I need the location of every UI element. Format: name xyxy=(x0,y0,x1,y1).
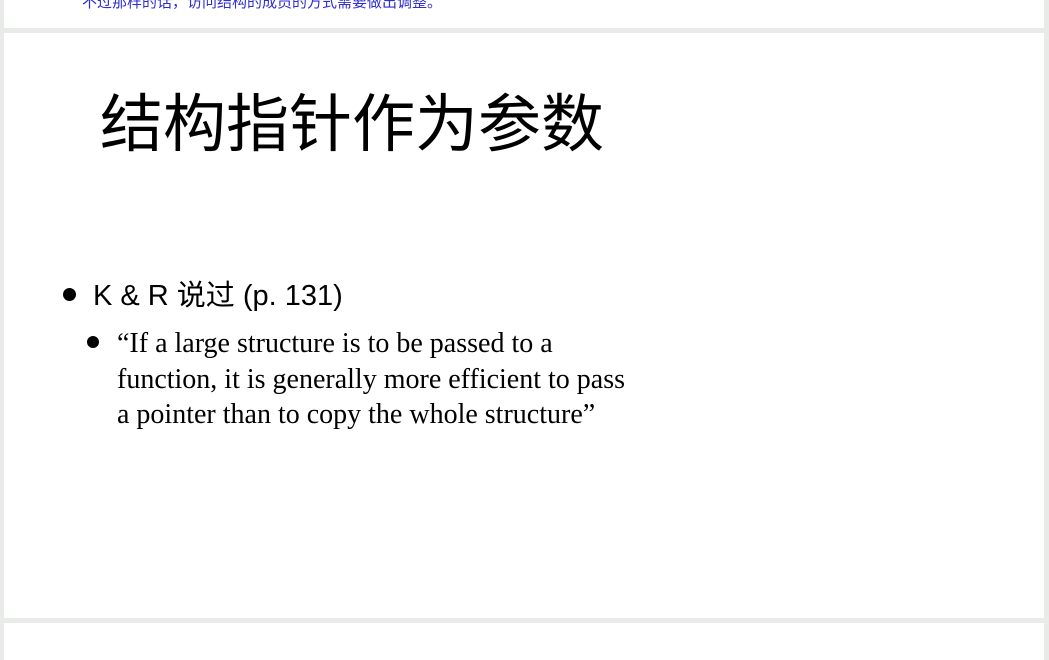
document-viewer[interactable]: 不过那样的话，访问结构的成员的方式需要做出调整。 结构指针作为参数 K & R … xyxy=(0,0,1049,660)
slide-title: 结构指针作为参数 xyxy=(100,88,604,161)
previous-page-note: 不过那样的话，访问结构的成员的方式需要做出调整。 xyxy=(82,0,443,11)
sub-bullet-dot-icon xyxy=(87,336,99,348)
bullet-dot-icon xyxy=(63,288,76,301)
bullet-item: K & R 说过 (p. 131) “If a large structure … xyxy=(60,278,660,433)
bullet-text: K & R 说过 (p. 131) xyxy=(93,280,343,312)
bullet-list: K & R 说过 (p. 131) “If a large structure … xyxy=(60,278,660,433)
sub-bullet-list: “If a large structure is to be passed to… xyxy=(79,326,660,433)
sub-bullet-item: “If a large structure is to be passed to… xyxy=(79,326,637,433)
previous-page: 不过那样的话，访问结构的成员的方式需要做出调整。 xyxy=(4,0,1044,28)
next-page xyxy=(4,623,1044,660)
current-page: 结构指针作为参数 K & R 说过 (p. 131) “If a large s… xyxy=(4,33,1044,618)
sub-bullet-text: “If a large structure is to be passed to… xyxy=(117,328,626,430)
